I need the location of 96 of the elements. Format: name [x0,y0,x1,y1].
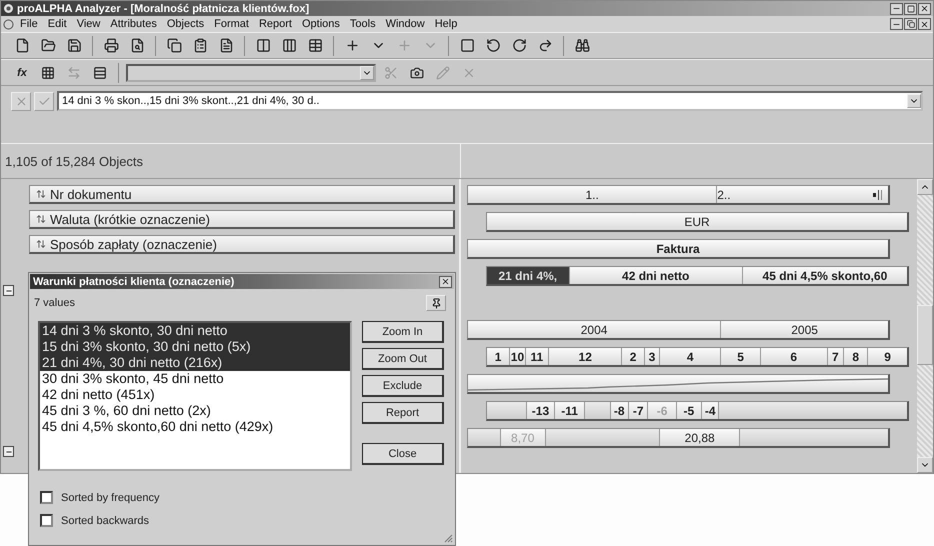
value-segment[interactable]: 6 [760,348,827,365]
menu-item[interactable]: Report [254,18,296,30]
value-segment[interactable]: EUR [487,213,907,230]
value-segment[interactable]: 10 [509,348,525,365]
list-item[interactable]: 30 dni 3% skonto, 45 dni netto [40,371,350,387]
scroll-thumb[interactable] [917,305,933,365]
menu-item[interactable]: Objects [162,18,208,30]
attribute-button[interactable]: Waluta (krótkie oznaczenie) [29,210,455,229]
close-button[interactable] [918,18,931,30]
column-grip-icon [872,188,884,200]
sort-icon [36,214,46,224]
checkbox-label: Sorted backwards [61,514,150,526]
attribute-button[interactable]: Sposób zapłaty (oznaczenie) [29,235,455,254]
value-segment[interactable]: 2 [621,348,644,365]
value-segment[interactable]: 20,88 [659,429,740,446]
check-icon [38,94,50,108]
collapse-button[interactable] [3,446,14,457]
maximize-button[interactable] [904,2,917,14]
list-item[interactable]: 45 dni 3 %, 60 dni netto (2x) [40,403,350,419]
menu-item[interactable]: Options [298,18,344,30]
value-segment[interactable]: -11 [554,402,584,419]
value-segment[interactable]: 42 dni netto [568,267,742,284]
collapse-button[interactable] [3,285,14,296]
menu-item[interactable]: Edit [44,18,71,30]
filter-field[interactable]: 14 dni 3 % skon..,15 dni 3% skont..,21 dni 4%, 30 d.. [57,91,923,111]
close-button[interactable] [918,2,931,14]
menu-item[interactable]: Window [382,18,429,30]
value-segment[interactable]: 21 dni 4%, [487,267,569,284]
app-logo-icon [3,3,14,14]
minimize-button[interactable] [890,2,903,14]
value-segment[interactable]: 5 [720,348,760,365]
value-segment[interactable]: 3 [644,348,660,365]
object-count: 1,105 of 15,284 Objects [5,154,144,168]
list-item[interactable]: 15 dni 3% skonto, 30 dni netto (5x) [40,339,350,355]
menu-item[interactable]: Tools [346,18,380,30]
menu-item[interactable]: Format [210,18,253,30]
checkbox[interactable] [40,514,53,527]
value-segment[interactable]: Faktura [468,240,888,257]
list-item[interactable]: 21 dni 4%, 30 dni netto (216x) [40,355,350,371]
menu-item[interactable]: Help [430,18,462,30]
value-segment[interactable]: -4 [700,402,718,419]
pin-icon [430,298,442,308]
checkbox[interactable] [40,491,53,504]
value-count: 7 values [34,297,75,309]
dropdown-field[interactable] [126,64,376,82]
value-segment[interactable]: 12 [548,348,622,365]
pin-button[interactable] [426,295,446,311]
function-button[interactable]: fx [11,62,33,84]
attribute-button[interactable]: Nr dokumentu [29,185,455,204]
menu-item[interactable]: File [16,18,42,30]
minimize-button[interactable] [890,18,903,30]
sort-icon [36,189,46,199]
dialog-button[interactable]: Zoom Out [362,348,444,370]
value-segment[interactable]: 1.. [468,186,716,203]
close-icon [920,20,929,28]
list-item[interactable]: 14 dni 3 % skonto, 30 dni netto [40,323,350,339]
value-segment[interactable]: 7 [826,348,844,365]
value-segment[interactable]: -7 [628,402,648,419]
dropdown-button[interactable] [360,66,374,80]
scrollbar[interactable] [917,179,933,473]
value-segment[interactable]: 2005 [720,321,888,338]
value-segment[interactable]: 2004 [468,321,720,338]
resize-grip-icon [443,533,453,543]
dialog-title: Warunki płatności klienta (oznaczenie) [33,276,234,288]
restore-icon [906,20,914,28]
window-title: proALPHA Analyzer - [Moralność płatnicza klientów.fox] [17,2,310,14]
menu-item[interactable]: Attributes [106,18,161,30]
sort-icon [36,239,46,249]
list-item[interactable]: 42 dni netto (451x) [40,387,350,403]
value-segment[interactable]: -8 [610,402,628,419]
value-segment[interactable]: 8 [843,348,868,365]
close-button[interactable] [439,276,452,288]
value-segment[interactable]: -13 [526,402,554,419]
dialog-button[interactable]: Report [362,402,444,424]
dialog-button[interactable]: Exclude [362,375,444,397]
values-list[interactable] [38,321,352,471]
value-segment[interactable]: 2.. [716,186,888,203]
dialog-button[interactable]: Close [362,443,444,465]
checkbox-label: Sorted by frequency [61,492,160,504]
close-icon [441,277,450,286]
restore-button[interactable] [904,18,917,30]
list-item[interactable]: 45 dni 4,5% skonto,60 dni netto (429x) [40,419,350,435]
value-segment[interactable]: 11 [524,348,548,365]
value-segment[interactable]: 45 dni 4,5% skonto,60 [742,267,907,284]
dialog-button[interactable]: Zoom In [362,321,444,343]
value-segment[interactable]: 4 [659,348,720,365]
scroll-up-button[interactable] [917,179,933,195]
value-segment[interactable]: -5 [676,402,701,419]
close-icon [920,4,929,13]
scroll-down-button[interactable] [917,457,933,473]
value-segment[interactable]: 9 [867,348,907,365]
value-segment[interactable]: 1 [487,348,510,365]
cross-icon [14,94,28,108]
menu-item[interactable]: View [72,18,104,30]
maximize-icon [906,4,914,12]
dropdown-button[interactable] [907,94,921,108]
